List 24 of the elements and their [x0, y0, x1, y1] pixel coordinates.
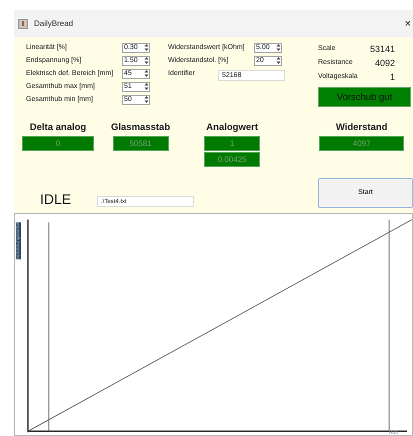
spin-arrows-icon [144, 82, 149, 91]
spin-arrows-icon [144, 43, 149, 52]
readout-value: 53141 [370, 44, 395, 54]
value-display: 1 [204, 136, 260, 151]
value-display: 4097 [319, 136, 404, 151]
spin-arrows-icon [144, 69, 149, 78]
status-button[interactable]: Vorschub gut [318, 87, 411, 107]
spin-arrows-icon [144, 56, 149, 65]
readout-value: 1 [390, 72, 395, 82]
readout-value: 4092 [374, 58, 395, 68]
value-display: 0 [22, 136, 94, 151]
window-title: DailyBread [34, 19, 74, 28]
state-text: IDLE [40, 190, 72, 206]
spin-arrows-icon [276, 56, 281, 65]
value-display: 0.00425 [204, 152, 260, 167]
display-heading: Glasmasstab [111, 122, 170, 135]
spin-arrows-icon [276, 43, 281, 52]
display-heading: Widerstand [336, 122, 388, 135]
display-heading: Delta analog [30, 122, 86, 135]
value-display: 50581 [112, 136, 169, 151]
app-icon [18, 18, 28, 28]
display-heading: Analogwert [206, 122, 258, 135]
spin-arrows-icon [144, 95, 149, 104]
close-button[interactable]: × [402, 18, 413, 30]
